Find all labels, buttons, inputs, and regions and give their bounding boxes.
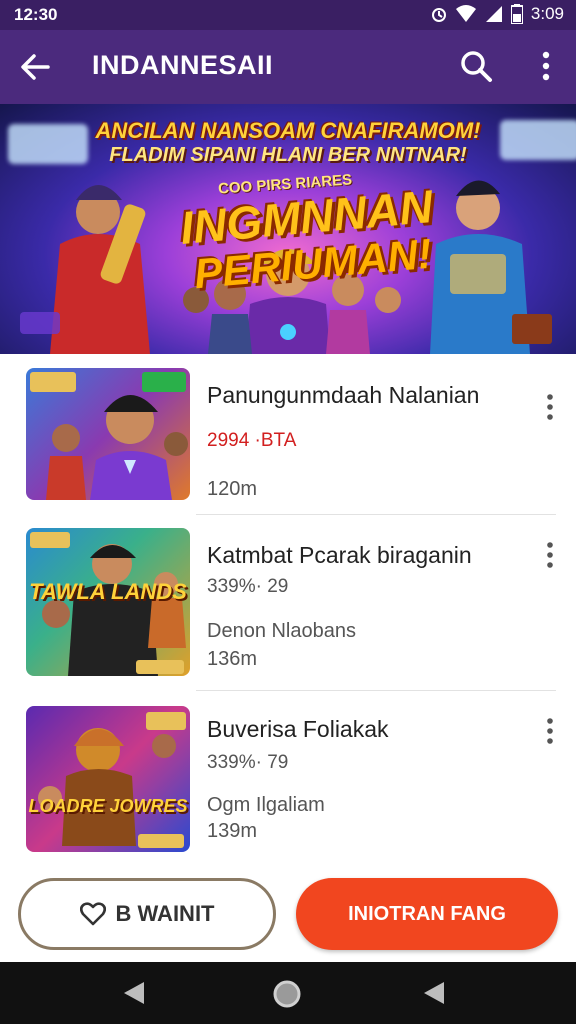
thumbnail-title: TAWLA LANDS	[29, 579, 187, 604]
status-time: 12:30	[14, 5, 58, 24]
thumbnail-artwork	[30, 372, 188, 500]
status-icons: 3:09	[431, 4, 564, 24]
nav-back-icon[interactable]	[122, 980, 146, 1006]
game-size: 120m	[207, 478, 258, 500]
signal-icon	[485, 6, 502, 22]
item-more-icon[interactable]	[538, 540, 562, 570]
secondary-button-label: B WAINIT	[115, 901, 215, 926]
app-bar: INDANNESAII	[0, 30, 576, 104]
game-meta: 339%· 79	[207, 752, 289, 773]
game-title: Buverisa Foliakak	[207, 716, 389, 742]
primary-button-label: INIOTRAN FANG	[348, 902, 506, 925]
divider	[196, 514, 556, 515]
thumbnail-artwork	[38, 712, 186, 848]
list-item[interactable]: LOADRE JOWRES Buverisa Foliakak 339%· 79…	[0, 706, 576, 856]
game-title: Panungunmdaah Nalanian	[207, 382, 480, 408]
thumbnail-title: LOADRE JOWRES	[28, 796, 188, 816]
wifi-icon	[455, 5, 476, 22]
game-meta: 2994 ·BTA	[207, 430, 297, 451]
game-thumbnail[interactable]	[26, 368, 190, 500]
heart-icon	[79, 902, 106, 926]
game-thumbnail[interactable]: TAWLA LANDS	[26, 528, 190, 676]
bottom-actions: B WAINIT INIOTRAN FANG	[0, 864, 576, 962]
promo-banner[interactable]: ANCILAN NANSOAM CNAFIRAMOM! FLADIM SIPAN…	[0, 104, 576, 354]
game-developer: Denon Nlaobans	[207, 620, 356, 642]
banner-headline-1: ANCILAN NANSOAM CNAFIRAMOM!	[95, 118, 481, 143]
status-clock: 3:09	[530, 4, 564, 23]
game-meta: 339%· 29	[207, 576, 289, 597]
alarm-icon	[431, 8, 446, 22]
list-item[interactable]: Panungunmdaah Nalanian 2994 ·BTA 120m	[0, 368, 576, 514]
nav-recent-icon[interactable]	[422, 980, 446, 1006]
system-nav-bar	[0, 962, 576, 1024]
search-icon[interactable]	[458, 48, 494, 84]
item-more-icon[interactable]	[538, 716, 562, 746]
game-size: 139m	[207, 820, 258, 842]
game-developer: Ogm Ilgaliam	[207, 794, 325, 816]
game-list: Panungunmdaah Nalanian 2994 ·BTA 120m TA…	[0, 354, 576, 864]
battery-icon	[510, 4, 523, 24]
more-vert-icon[interactable]	[532, 48, 560, 84]
game-thumbnail[interactable]: LOADRE JOWRES	[26, 706, 190, 852]
item-more-icon[interactable]	[538, 392, 562, 422]
game-size: 136m	[207, 648, 258, 670]
app-title: INDANNESAII	[92, 50, 274, 80]
primary-button[interactable]: INIOTRAN FANG	[296, 878, 558, 950]
status-bar: 12:30 3:09	[0, 0, 576, 30]
banner-headline-2: FLADIM SIPANI HLANI BER NNTNAR!	[109, 144, 467, 166]
secondary-button[interactable]: B WAINIT	[18, 878, 276, 950]
game-title: Katmbat Pcarak biraganin	[207, 542, 472, 568]
divider	[196, 690, 556, 691]
back-arrow-icon[interactable]	[18, 50, 52, 84]
list-item[interactable]: TAWLA LANDS Katmbat Pcarak biraganin 339…	[0, 528, 576, 690]
nav-home-icon[interactable]	[272, 979, 302, 1009]
